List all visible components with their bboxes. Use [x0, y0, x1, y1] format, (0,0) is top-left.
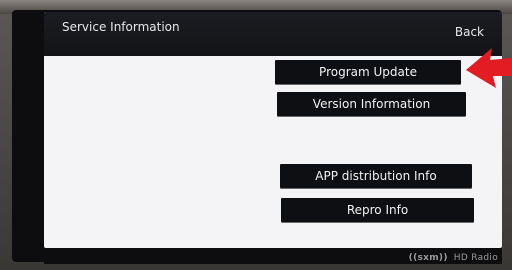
program-update-button[interactable]: Program Update: [275, 60, 461, 84]
radio-logos: ((sxm)) HD Radio: [409, 253, 498, 263]
screen-header: Service Information Back: [44, 12, 502, 56]
red-arrow-pointer-icon: [466, 48, 512, 88]
back-button[interactable]: Back: [455, 25, 484, 39]
version-information-button[interactable]: Version Information: [277, 92, 466, 116]
app-distribution-info-button[interactable]: APP distribution Info: [280, 164, 472, 188]
repro-info-button[interactable]: Repro Info: [281, 198, 474, 222]
head-unit-screen: Service Information Back Program Update …: [44, 12, 502, 248]
hd-radio-logo: HD Radio: [453, 253, 498, 263]
sxm-logo: ((sxm)): [408, 253, 448, 263]
page-title: Service Information: [62, 20, 180, 34]
